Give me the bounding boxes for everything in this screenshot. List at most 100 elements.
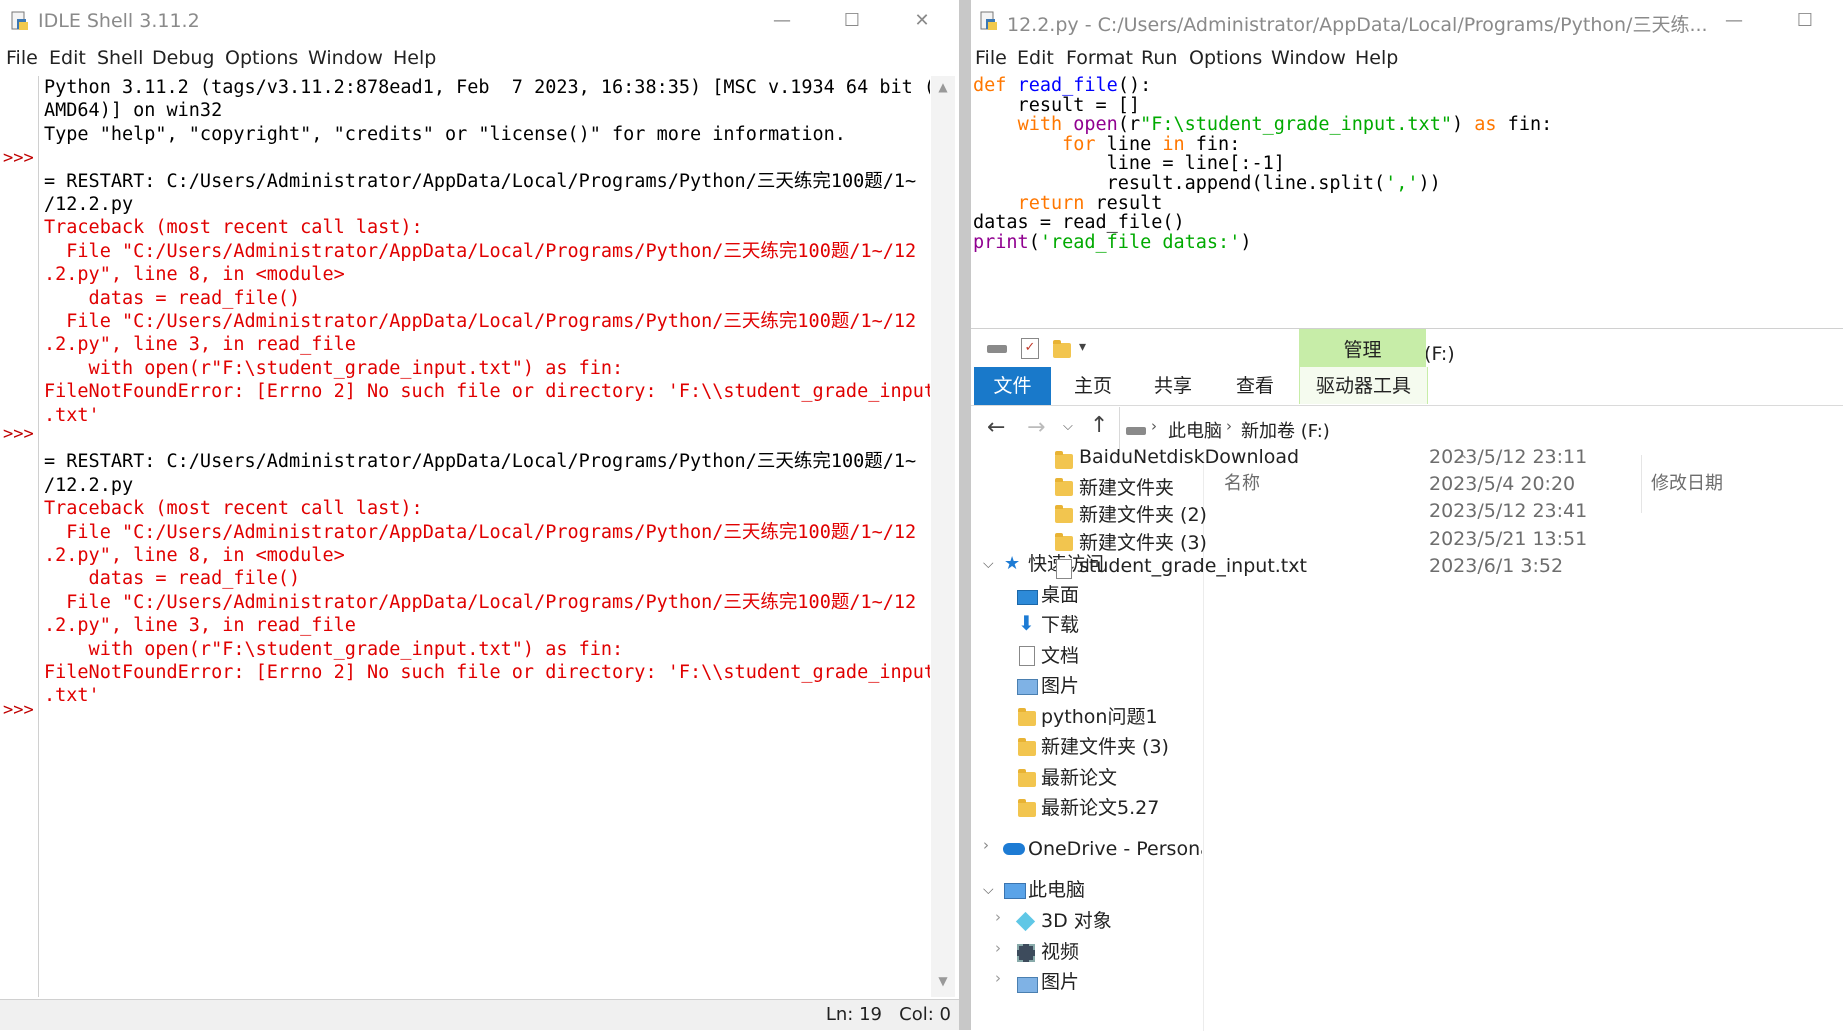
download-icon: ⬇ (1018, 611, 1035, 635)
nav-this-pc[interactable]: 此电脑 (1028, 873, 1085, 907)
nav-folder-new3[interactable]: 新建文件夹 (3) (1041, 730, 1169, 764)
back-arrow-icon[interactable]: ← (987, 415, 1005, 440)
menu-debug[interactable]: Debug (152, 47, 214, 69)
chevron-down-icon[interactable]: ⌵ (983, 556, 994, 572)
code-token: print (973, 231, 1029, 253)
code-token: ) (1240, 231, 1252, 253)
up-arrow-icon[interactable]: ↑ (1090, 413, 1108, 438)
menu-help[interactable]: Help (393, 47, 436, 69)
menu-run[interactable]: Run (1141, 47, 1177, 69)
tab-share[interactable]: 共享 (1133, 367, 1213, 405)
chevron-right-icon[interactable]: › (995, 969, 1001, 987)
file-explorer-window: ✓ ▾ 新加卷 (F:) 管理 文件 主页 共享 查看 驱动器工具 ← → ⌵ … (971, 328, 1843, 1031)
folder-icon (1018, 708, 1036, 726)
idle-shell-window: IDLE Shell 3.11.2 — ☐ ✕ File Edit Shell … (0, 0, 960, 1030)
code-line: with open(r"F:\student_grade_input.txt")… (973, 114, 1553, 135)
tab-home[interactable]: 主页 (1053, 367, 1133, 405)
maximize-button[interactable]: ☐ (1777, 4, 1833, 38)
nav-folder-papers-527[interactable]: 最新论文5.27 (1041, 791, 1159, 825)
menu-shell[interactable]: Shell (97, 47, 143, 69)
nav-downloads[interactable]: 下载 (1041, 608, 1079, 642)
properties-icon[interactable]: ✓ (1021, 338, 1039, 359)
address-bar[interactable]: › 此电脑 › 新加卷 (F:) (1119, 407, 1843, 451)
nav-folder-papers[interactable]: 最新论文 (1041, 761, 1117, 795)
chevron-down-icon[interactable]: ⌵ (983, 882, 994, 898)
folder-icon (1055, 505, 1073, 524)
forward-arrow-icon[interactable]: → (1027, 415, 1045, 440)
maximize-button[interactable]: ☐ (824, 4, 880, 38)
file-name[interactable]: 新建文件夹 (1079, 473, 1174, 500)
shell-output-area[interactable]: Python 3.11.2 (tags/v3.11.2:878ead1, Feb… (40, 76, 930, 997)
nav-folder-python1[interactable]: python问题1 (1041, 700, 1158, 734)
code-token: result (1084, 192, 1163, 214)
shell-scrollbar[interactable]: ▲ ▼ (931, 76, 955, 997)
tab-view[interactable]: 查看 (1213, 367, 1297, 405)
breadcrumb-drive[interactable]: 新加卷 (F:) (1241, 417, 1330, 443)
menu-edit[interactable]: Edit (1017, 47, 1054, 69)
code-token: datas = read_file() (973, 212, 1185, 234)
editor-window-title: 12.2.py - C:/Users/Administrator/AppData… (1007, 14, 1708, 36)
file-name[interactable]: 新建文件夹 (2) (1079, 500, 1207, 527)
code-line: print('read_file datas:') (973, 231, 1252, 253)
column-divider (1641, 455, 1642, 513)
recent-locations-icon[interactable]: ⌵ (1063, 419, 1073, 434)
tab-file[interactable]: 文件 (974, 367, 1051, 405)
file-modified-date: 2023/5/12 23:11 (1429, 446, 1588, 468)
column-header-date[interactable]: 修改日期 (1651, 469, 1723, 495)
folder-icon (1018, 738, 1036, 756)
shell-error-line: Traceback (most recent call last): (44, 498, 423, 520)
idle-editor-window: 12.2.py - C:/Users/Administrator/AppData… (971, 0, 1843, 328)
file-name[interactable]: student_grade_input.txt (1079, 555, 1307, 577)
shell-output-line: /12.2.py (44, 474, 134, 496)
folder-icon (1018, 799, 1036, 817)
shell-error-line: .2.py", line 8, in <module> (44, 264, 345, 286)
menu-file[interactable]: File (6, 47, 38, 69)
scroll-up-icon[interactable]: ▲ (931, 80, 955, 94)
shell-error-line: .2.py", line 3, in read_file (44, 615, 356, 637)
shell-error-line: datas = read_file() (44, 568, 301, 590)
pictures-icon (1017, 679, 1038, 695)
shell-error-line: File "C:/Users/Administrator/AppData/Loc… (44, 311, 917, 332)
breadcrumb-this-pc[interactable]: 此电脑 (1168, 417, 1222, 443)
nav-pc-pictures[interactable]: 图片 (1041, 965, 1079, 999)
chevron-right-icon[interactable]: › (983, 836, 989, 854)
code-line: result = [] (973, 95, 1141, 116)
code-token: ( (1028, 231, 1040, 253)
scroll-down-icon[interactable]: ▼ (931, 974, 955, 988)
computer-icon (1004, 883, 1026, 899)
menu-file[interactable]: File (975, 47, 1007, 69)
code-line: datas = read_file() (973, 213, 1185, 233)
minimize-button[interactable]: — (1706, 4, 1762, 38)
editor-code-area[interactable]: def read_file(): result = [] with open(r… (971, 76, 1843, 328)
nav-3d-objects[interactable]: 3D 对象 (1041, 904, 1112, 938)
nav-documents[interactable]: 文档 (1041, 639, 1079, 673)
menu-window[interactable]: Window (308, 47, 383, 69)
chevron-right-icon[interactable]: › (995, 939, 1001, 957)
close-button[interactable]: ✕ (894, 4, 950, 38)
shell-prompt: >>> (3, 148, 34, 168)
tab-drive-tools[interactable]: 驱动器工具 (1299, 367, 1428, 404)
menu-window[interactable]: Window (1271, 47, 1346, 69)
idle-app-icon (11, 11, 28, 30)
menu-edit[interactable]: Edit (49, 47, 86, 69)
file-name[interactable]: BaiduNetdiskDownload (1079, 446, 1299, 468)
nav-desktop[interactable]: 桌面 (1041, 578, 1079, 612)
nav-pictures[interactable]: 图片 (1041, 669, 1079, 703)
menu-options[interactable]: Options (1189, 47, 1262, 69)
code-line: return result (973, 192, 1163, 214)
manage-tab-label: 管理 (1343, 339, 1382, 361)
file-name[interactable]: 新建文件夹 (3) (1079, 528, 1207, 555)
minimize-button[interactable]: — (754, 4, 810, 38)
shell-prompt: >>> (3, 424, 34, 444)
nav-videos[interactable]: 视频 (1041, 935, 1079, 969)
menu-options[interactable]: Options (225, 47, 298, 69)
menu-help[interactable]: Help (1355, 47, 1398, 69)
menu-format[interactable]: Format (1066, 47, 1133, 69)
column-header-name[interactable]: 名称 (1224, 469, 1260, 495)
chevron-right-icon[interactable]: › (995, 908, 1001, 926)
new-folder-icon[interactable] (1053, 340, 1071, 358)
nav-onedrive[interactable]: OneDrive - Personal (1028, 832, 1202, 866)
code-token: read_file (1017, 75, 1118, 96)
customize-dropdown-icon[interactable]: ▾ (1079, 339, 1086, 355)
